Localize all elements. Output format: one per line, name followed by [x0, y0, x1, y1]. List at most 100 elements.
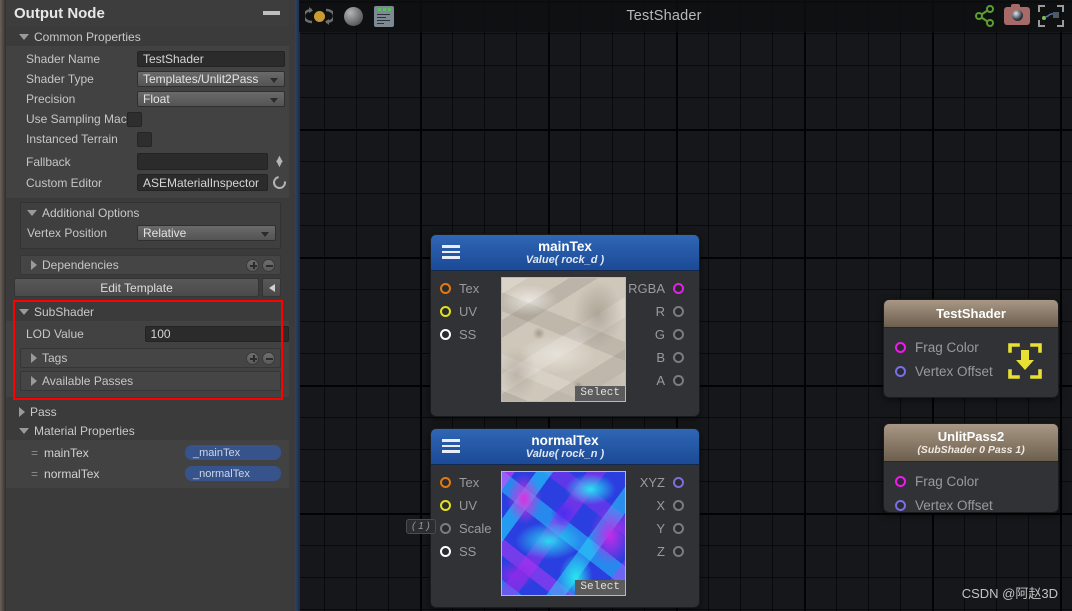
chevron-down-icon	[19, 427, 29, 434]
port-a[interactable]: A	[626, 369, 684, 392]
node-header[interactable]: mainTex Value( rock_d )	[431, 235, 699, 271]
node-normal-tex[interactable]: normalTex Value( rock_n ) Tex UV Scale S…	[430, 428, 700, 608]
refresh-icon[interactable]	[302, 5, 336, 27]
chevron-down-icon	[19, 308, 29, 315]
foldout-tags[interactable]: Tags	[20, 348, 281, 368]
port-g[interactable]: G	[626, 323, 684, 346]
focus-icon[interactable]	[1038, 5, 1064, 27]
texture-thumbnail	[502, 278, 625, 401]
port-dot[interactable]	[440, 546, 451, 557]
foldout-common-properties[interactable]: Common Properties	[6, 27, 289, 46]
foldout-dependencies[interactable]: Dependencies	[20, 255, 281, 275]
node-test-shader-master[interactable]: TestShader Frag Color Vertex Offset	[883, 299, 1059, 398]
remove-button[interactable]	[262, 258, 275, 272]
drag-handle-icon[interactable]: =	[31, 446, 38, 460]
download-shader-icon[interactable]	[1005, 342, 1045, 380]
add-button[interactable]	[246, 258, 259, 272]
port-uv[interactable]: UV	[440, 300, 501, 323]
port-dot[interactable]	[895, 365, 906, 377]
port-dot[interactable]	[895, 499, 906, 511]
custom-editor-reset-icon[interactable]	[270, 173, 289, 192]
list-item[interactable]: = normalTex _normalTex	[6, 464, 289, 483]
custom-editor-input[interactable]: ASEMaterialInspector	[137, 174, 268, 191]
material-property-name: mainTex	[44, 445, 89, 460]
select-button[interactable]: Select	[575, 580, 625, 595]
port-z[interactable]: Z	[626, 540, 684, 563]
port-dot[interactable]	[440, 477, 451, 488]
add-button[interactable]	[246, 351, 259, 365]
port-dot[interactable]	[673, 500, 684, 511]
port-frag-color[interactable]: Frag Color	[884, 469, 1058, 493]
material-property-value[interactable]: _mainTex	[185, 445, 281, 460]
hamburger-icon[interactable]	[442, 439, 460, 456]
material-property-value[interactable]: _normalTex	[185, 466, 281, 481]
minimize-button[interactable]	[263, 11, 280, 15]
template-back-button[interactable]	[262, 278, 281, 297]
port-ss[interactable]: SS	[440, 540, 501, 563]
precision-dropdown[interactable]: Float	[137, 91, 285, 107]
shader-name-input[interactable]: TestShader	[137, 51, 285, 67]
drag-handle-icon[interactable]: =	[31, 467, 38, 481]
port-scale[interactable]: Scale	[440, 517, 501, 540]
vertex-position-dropdown[interactable]: Relative	[137, 225, 276, 241]
node-body: Tex UV SS Select RGBA R G B A	[431, 271, 699, 406]
camera-icon[interactable]	[1004, 4, 1030, 25]
port-dot[interactable]	[440, 306, 451, 317]
port-vertex-offset[interactable]: Vertex Offset	[884, 493, 1058, 512]
use-sampling-macros-checkbox[interactable]	[126, 111, 142, 127]
port-b[interactable]: B	[626, 346, 684, 369]
list-item[interactable]: = mainTex _mainTex	[6, 443, 289, 462]
node-unlit-pass-2[interactable]: UnlitPass2 (SubShader 0 Pass 1) Frag Col…	[883, 423, 1059, 513]
node-header[interactable]: TestShader	[884, 300, 1058, 328]
fallback-object-field[interactable]	[137, 153, 268, 170]
port-r[interactable]: R	[626, 300, 684, 323]
port-ss[interactable]: SS	[440, 323, 501, 346]
node-main-tex[interactable]: mainTex Value( rock_d ) Tex UV SS Select…	[430, 234, 700, 417]
hamburger-icon[interactable]	[442, 245, 460, 262]
port-uv[interactable]: UV	[440, 494, 501, 517]
port-dot[interactable]	[673, 523, 684, 534]
foldout-subshader[interactable]: SubShader	[6, 302, 289, 321]
field-precision: Precision Float	[6, 89, 289, 109]
port-dot[interactable]	[895, 341, 906, 353]
port-dot[interactable]	[673, 329, 684, 340]
node-header[interactable]: normalTex Value( rock_n )	[431, 429, 699, 465]
app-root: TestShader mainTex Value(rock_d) Tex U…	[0, 0, 1072, 611]
port-dot[interactable]	[673, 375, 684, 386]
port-dot[interactable]	[440, 283, 451, 294]
edit-template-button[interactable]: Edit Template	[14, 278, 259, 297]
port-dot[interactable]	[673, 352, 684, 363]
remove-button[interactable]	[262, 351, 275, 365]
port-y[interactable]: Y	[626, 517, 684, 540]
panel-titlebar[interactable]: Output Node	[6, 0, 289, 27]
port-dot[interactable]	[673, 546, 684, 557]
port-tex[interactable]: Tex	[440, 277, 501, 300]
lod-value-input[interactable]: 100	[144, 326, 289, 342]
share-icon[interactable]	[974, 5, 996, 27]
port-xyz[interactable]: XYZ	[626, 471, 684, 494]
port-rgba[interactable]: RGBA	[626, 277, 684, 300]
port-dot[interactable]	[673, 283, 684, 294]
instanced-terrain-checkbox[interactable]	[137, 131, 152, 147]
field-instanced-terrain: Instanced Terrain	[6, 129, 289, 149]
port-x[interactable]: X	[626, 494, 684, 517]
port-dot[interactable]	[440, 523, 451, 534]
port-dot[interactable]	[895, 475, 906, 487]
node-body: Tex UV Scale SS Select XYZ X Y Z	[431, 465, 699, 600]
select-button[interactable]: Select	[575, 386, 625, 401]
texture-preview-normal[interactable]: Select	[501, 471, 626, 596]
document-icon[interactable]	[374, 5, 394, 27]
node-header[interactable]: UnlitPass2 (SubShader 0 Pass 1)	[884, 424, 1058, 462]
port-dot[interactable]	[673, 306, 684, 317]
port-dot[interactable]	[673, 477, 684, 488]
port-dot[interactable]	[440, 500, 451, 511]
port-tex[interactable]: Tex	[440, 471, 501, 494]
foldout-available-passes[interactable]: Available Passes	[20, 371, 281, 391]
texture-preview-main[interactable]: Select	[501, 277, 626, 402]
fallback-picker-icon[interactable]: ▲ ▼	[274, 153, 285, 169]
foldout-pass[interactable]: Pass	[6, 402, 289, 421]
foldout-additional-options[interactable]: Additional Options	[21, 203, 280, 223]
port-dot[interactable]	[440, 329, 451, 340]
shader-type-dropdown[interactable]: Templates/Unlit2Pass	[137, 71, 285, 87]
foldout-material-properties[interactable]: Material Properties	[6, 421, 289, 440]
